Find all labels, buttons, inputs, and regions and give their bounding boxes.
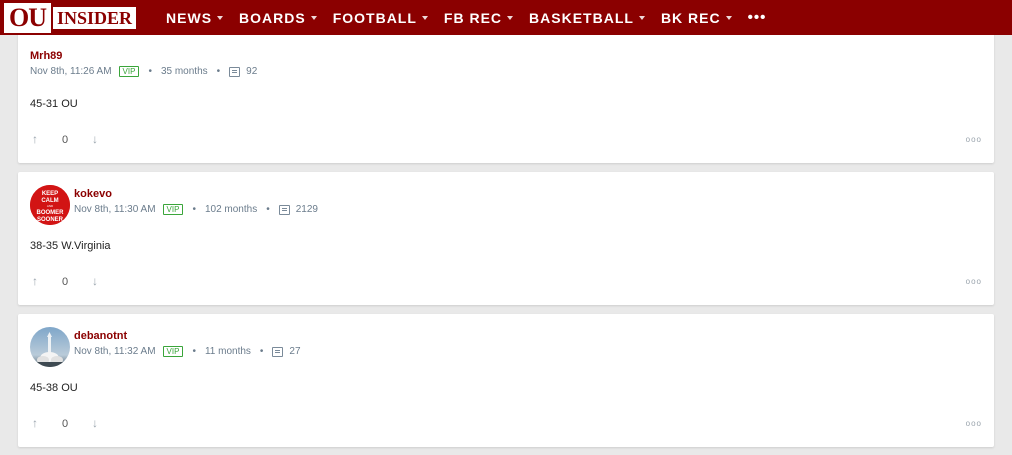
top-nav-bar: OU INSIDER NEWS BOARDS FOOTBALL FB REC B… bbox=[0, 0, 1012, 35]
svg-text:AND: AND bbox=[47, 204, 54, 208]
post-comment-count: 27 bbox=[289, 346, 301, 357]
post-meta: Nov 8th, 11:26 AM VIP • 35 months • 92 bbox=[30, 66, 257, 77]
vote-count: 0 bbox=[62, 418, 69, 430]
vip-badge: VIP bbox=[162, 204, 184, 215]
downvote-icon[interactable]: ↓ bbox=[92, 132, 98, 146]
upvote-icon[interactable]: ↑ bbox=[32, 274, 38, 288]
nav-fb-rec[interactable]: FB REC bbox=[443, 9, 514, 26]
svg-text:KEEP: KEEP bbox=[42, 191, 58, 197]
chevron-down-icon bbox=[725, 15, 732, 20]
nav-boards[interactable]: BOARDS bbox=[239, 10, 317, 26]
comment-icon bbox=[272, 346, 284, 357]
post-meta: Nov 8th, 11:30 AM VIP • 102 months • 212… bbox=[74, 204, 318, 215]
post-username[interactable]: kokevo bbox=[74, 188, 112, 200]
post-tenure: 102 months bbox=[204, 204, 258, 215]
rocket-launch-avatar-image bbox=[30, 327, 70, 367]
nav-more-icon[interactable]: ••• bbox=[748, 9, 767, 26]
forum-post: debanotnt Nov 8th, 11:32 AM VIP • 11 mon… bbox=[18, 314, 994, 447]
forum-post: KEEP CALM AND BOOMER SOONER kokevo Nov 8… bbox=[18, 172, 994, 305]
post-time[interactable]: Nov 8th, 11:26 AM bbox=[30, 66, 112, 77]
more-options-icon[interactable]: ooo bbox=[966, 135, 982, 144]
post-comment-count: 2129 bbox=[295, 204, 318, 215]
post-comment-count: 92 bbox=[246, 66, 258, 77]
post-body: 38-35 W.Virginia bbox=[30, 240, 111, 252]
post-username[interactable]: debanotnt bbox=[74, 330, 127, 342]
chevron-down-icon bbox=[638, 15, 645, 20]
post-tenure: 35 months bbox=[160, 66, 208, 77]
chevron-down-icon bbox=[310, 15, 317, 20]
post-meta: Nov 8th, 11:32 AM VIP • 11 months • 27 bbox=[74, 346, 301, 357]
separator-dot: • bbox=[259, 346, 264, 357]
vote-count: 0 bbox=[62, 276, 69, 288]
post-time[interactable]: Nov 8th, 11:30 AM bbox=[74, 204, 156, 215]
nav-basketball-label: BASKETBALL bbox=[529, 9, 634, 26]
downvote-icon[interactable]: ↓ bbox=[92, 274, 98, 288]
nav-basketball[interactable]: BASKETBALL bbox=[529, 10, 645, 26]
nav-football-label: FOOTBALL bbox=[332, 9, 417, 26]
avatar[interactable]: KEEP CALM AND BOOMER SOONER bbox=[30, 185, 70, 225]
svg-text:SOONER: SOONER bbox=[37, 217, 64, 223]
chevron-down-icon bbox=[421, 15, 428, 20]
separator-dot: • bbox=[216, 66, 221, 77]
post-time[interactable]: Nov 8th, 11:32 AM bbox=[74, 346, 156, 357]
ou-insider-logo[interactable]: OU INSIDER bbox=[4, 2, 137, 33]
chevron-down-icon bbox=[217, 15, 224, 20]
upvote-icon[interactable]: ↑ bbox=[32, 416, 38, 430]
main-nav: NEWS BOARDS FOOTBALL FB REC BASKETBALL B… bbox=[166, 9, 766, 26]
avatar[interactable] bbox=[30, 327, 70, 367]
more-options-icon[interactable]: ooo bbox=[966, 277, 982, 286]
post-username[interactable]: Mrh89 bbox=[30, 50, 62, 62]
nav-boards-label: BOARDS bbox=[239, 9, 306, 26]
separator-dot: • bbox=[148, 66, 152, 77]
nav-fb-rec-label: FB REC bbox=[443, 9, 503, 26]
nav-news[interactable]: NEWS bbox=[166, 9, 224, 26]
logo-insider-text: INSIDER bbox=[53, 6, 137, 29]
vip-badge: VIP bbox=[118, 66, 140, 77]
post-body: 45-31 OU bbox=[30, 98, 78, 110]
svg-text:BOOMER: BOOMER bbox=[37, 210, 65, 216]
nav-news-label: NEWS bbox=[166, 9, 213, 26]
separator-dot: • bbox=[266, 204, 270, 215]
comment-icon bbox=[229, 66, 241, 77]
vote-count: 0 bbox=[62, 134, 69, 146]
comment-icon bbox=[278, 204, 290, 215]
post-tenure: 11 months bbox=[204, 346, 251, 357]
upvote-icon[interactable]: ↑ bbox=[32, 132, 38, 146]
downvote-icon[interactable]: ↓ bbox=[92, 416, 98, 430]
separator-dot: • bbox=[192, 204, 196, 215]
nav-bk-rec[interactable]: BK REC bbox=[661, 10, 732, 26]
nav-football[interactable]: FOOTBALL bbox=[333, 10, 428, 26]
separator-dot: • bbox=[192, 346, 196, 357]
more-options-icon[interactable]: ooo bbox=[966, 419, 982, 428]
logo-ou-text: OU bbox=[4, 2, 51, 33]
keep-calm-avatar-image: KEEP CALM AND BOOMER SOONER bbox=[30, 185, 70, 225]
nav-bk-rec-label: BK REC bbox=[660, 9, 721, 26]
post-body: 45-38 OU bbox=[30, 382, 78, 394]
chevron-down-icon bbox=[507, 15, 514, 20]
vip-badge: VIP bbox=[162, 346, 184, 357]
